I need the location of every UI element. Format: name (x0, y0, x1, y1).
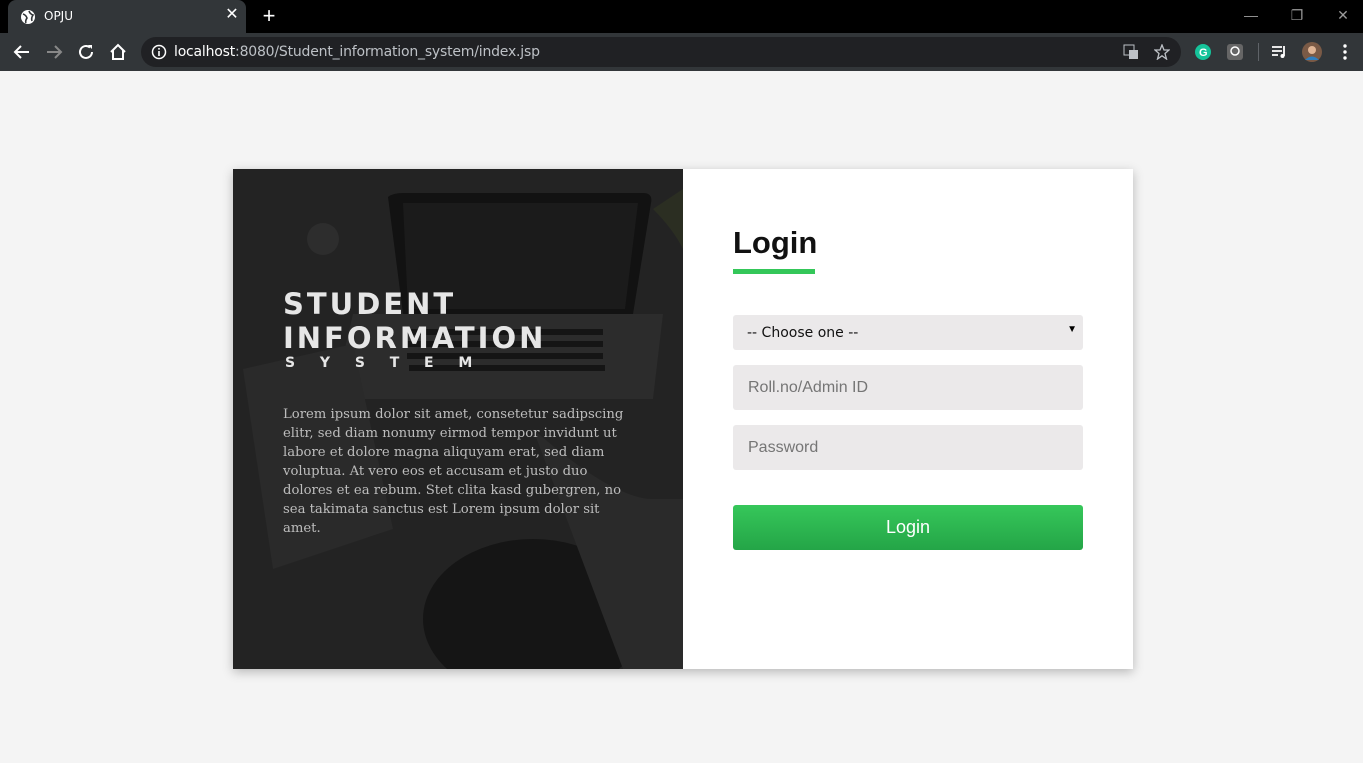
login-button[interactable]: Login (733, 505, 1083, 550)
new-tab-button[interactable]: + (258, 5, 280, 27)
browser-tab[interactable]: OPJU ✕ (8, 0, 246, 33)
home-icon[interactable] (106, 40, 130, 64)
translate-icon[interactable] (1123, 44, 1139, 60)
address-bar[interactable]: localhost:8080/Student_information_syste… (141, 37, 1181, 67)
reload-icon[interactable] (74, 40, 98, 64)
extension-icon[interactable] (1226, 43, 1244, 61)
minimize-icon[interactable]: — (1236, 4, 1266, 26)
hero-subtitle: SYSTEM (285, 355, 498, 371)
password-input-placeholder: Password (748, 439, 819, 456)
role-select-value: -- Choose one -- (747, 325, 859, 341)
hero-title-line-2: INFORMATION (283, 321, 547, 355)
star-icon[interactable] (1154, 44, 1170, 60)
avatar[interactable] (1302, 42, 1322, 62)
hero-title-line-1: STUDENT (283, 287, 457, 321)
toolbar-divider (1258, 43, 1259, 61)
forward-icon[interactable] (42, 40, 66, 64)
close-icon[interactable]: ✕ (224, 7, 240, 23)
globe-icon (21, 10, 35, 24)
window-close-icon[interactable]: ✕ (1328, 4, 1358, 26)
svg-text:G: G (1199, 47, 1208, 59)
hero-title: STUDENT INFORMATION (283, 287, 546, 355)
menu-kebab-icon[interactable] (1336, 43, 1354, 61)
caret-down-icon: ▼ (1067, 324, 1077, 335)
login-card: STUDENT INFORMATION SYSTEM Lorem ipsum d… (233, 169, 1133, 669)
password-input[interactable]: Password (733, 425, 1083, 470)
hero-description: Lorem ipsum dolor sit amet, consetetur s… (283, 407, 624, 536)
restore-icon[interactable]: ❐ (1282, 4, 1312, 26)
media-queue-icon[interactable] (1270, 43, 1288, 61)
grammarly-icon[interactable]: G (1194, 43, 1212, 61)
hero-panel: STUDENT INFORMATION SYSTEM Lorem ipsum d… (233, 169, 683, 669)
login-title: Login (733, 225, 818, 260)
id-input-placeholder: Roll.no/Admin ID (748, 379, 869, 396)
back-icon[interactable] (10, 40, 34, 64)
browser-toolbar: localhost:8080/Student_information_syste… (0, 33, 1363, 71)
tab-title: OPJU (44, 9, 74, 23)
id-input[interactable]: Roll.no/Admin ID (733, 365, 1083, 410)
info-icon[interactable] (151, 44, 167, 60)
title-underline (733, 269, 815, 274)
role-select[interactable]: -- Choose one -- ▼ (733, 315, 1083, 350)
url-text[interactable]: localhost:8080/Student_information_syste… (174, 44, 540, 60)
browser-tab-bar: OPJU ✕ + — ❐ ✕ (0, 0, 1363, 33)
